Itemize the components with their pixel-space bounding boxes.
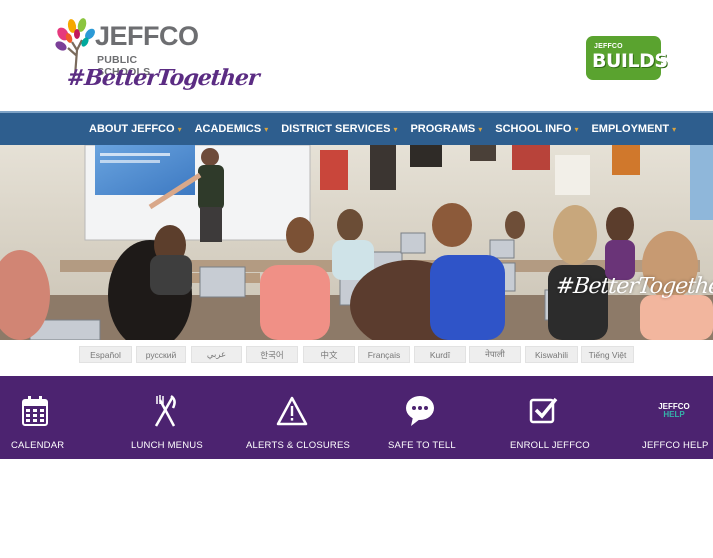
nav-label: DISTRICT SERVICES xyxy=(281,123,391,135)
language-button-arabic[interactable]: عربي xyxy=(191,346,242,363)
quicklink-safe-to-tell[interactable]: SAFE TO TELL xyxy=(383,376,456,459)
chevron-down-icon: ▾ xyxy=(264,124,269,134)
speech-bubble-icon xyxy=(403,394,437,428)
language-button-nepali[interactable]: नेपाली xyxy=(469,346,521,363)
quicklink-label: CALENDAR xyxy=(11,440,65,451)
classroom-photo xyxy=(0,145,713,340)
quicklink-label: ALERTS & CLOSURES xyxy=(246,440,351,451)
quick-links-bar: CALENDAR LUNCH MENUS ALERTS & CLOSURES S… xyxy=(0,376,713,459)
chevron-down-icon: ▾ xyxy=(393,124,398,134)
language-selector: Español русский عربي 한국어 中文 Français Kur… xyxy=(0,346,713,364)
quicklink-label: LUNCH MENUS xyxy=(131,440,203,451)
nav-label: SCHOOL INFO xyxy=(495,123,572,135)
quicklink-alerts-closures[interactable]: ALERTS & CLOSURES xyxy=(240,376,350,459)
nav-programs[interactable]: PROGRAMS ▾ xyxy=(410,123,482,135)
nav-label: EMPLOYMENT xyxy=(591,123,670,135)
quicklink-calendar[interactable]: CALENDAR xyxy=(0,376,70,459)
chevron-down-icon: ▾ xyxy=(177,124,182,134)
jeffco-builds-badge[interactable]: JEFFCO BUILDS xyxy=(586,36,668,80)
language-button-vietnamese[interactable]: Tiếng Việt xyxy=(581,346,634,363)
quicklink-enroll-jeffco[interactable]: ENROLL JEFFCO xyxy=(505,376,590,459)
language-button-spanish[interactable]: Español xyxy=(79,346,132,363)
builds-badge-top: JEFFCO xyxy=(594,43,623,50)
nav-academics[interactable]: ACADEMICS ▾ xyxy=(195,123,269,135)
nav-about-jeffco[interactable]: ABOUT JEFFCO ▾ xyxy=(89,123,182,135)
language-button-korean[interactable]: 한국어 xyxy=(246,346,298,363)
logo-brand-text: JEFFCO xyxy=(95,21,199,51)
chevron-down-icon: ▾ xyxy=(574,124,579,134)
hero-hashtag-text: #BetterTogether xyxy=(554,274,713,299)
site-header: JEFFCO PUBLIC SCHOOLS #BetterTogether JE… xyxy=(0,0,713,111)
language-button-swahili[interactable]: Kiswahili xyxy=(525,346,578,363)
nav-label: ACADEMICS xyxy=(194,123,262,135)
language-button-russian[interactable]: русский xyxy=(136,346,186,363)
quicklink-label: JEFFCO HELP xyxy=(642,440,709,451)
alert-triangle-icon xyxy=(275,394,309,428)
nav-label: ABOUT JEFFCO xyxy=(89,123,175,135)
language-button-chinese[interactable]: 中文 xyxy=(303,346,355,363)
jeffco-help-logo: JEFFCO HELP xyxy=(657,394,691,428)
quicklink-jeffco-help[interactable]: JEFFCO HELP JEFFCO HELP xyxy=(636,376,713,459)
main-nav: ABOUT JEFFCO ▾ ACADEMICS ▾ DISTRICT SERVIC… xyxy=(0,111,713,145)
nav-employment[interactable]: EMPLOYMENT ▾ xyxy=(591,123,676,135)
language-button-french[interactable]: Français xyxy=(358,346,410,363)
jeffco-logo[interactable]: JEFFCO PUBLIC SCHOOLS #BetterTogether xyxy=(55,14,260,100)
quicklink-label: SAFE TO TELL xyxy=(388,440,456,451)
nav-label: PROGRAMS xyxy=(410,123,476,135)
fork-knife-icon xyxy=(148,394,182,428)
hero-classroom-image: #BetterTogether xyxy=(0,145,713,340)
chevron-down-icon: ▾ xyxy=(672,124,677,134)
calendar-icon xyxy=(18,394,52,428)
help-logo-bottom: HELP xyxy=(663,410,685,419)
nav-district-services[interactable]: DISTRICT SERVICES ▾ xyxy=(281,123,397,135)
quicklink-label: ENROLL JEFFCO xyxy=(510,440,590,451)
chevron-down-icon: ▾ xyxy=(478,124,483,134)
nav-school-info[interactable]: SCHOOL INFO ▾ xyxy=(495,123,578,135)
quicklink-lunch-menus[interactable]: LUNCH MENUS xyxy=(125,376,205,459)
language-button-kurdish[interactable]: Kurdî xyxy=(414,346,466,363)
logo-tagline: #BetterTogether xyxy=(65,65,260,91)
builds-badge-main: BUILDS xyxy=(592,50,668,72)
checkbox-icon xyxy=(527,394,561,428)
